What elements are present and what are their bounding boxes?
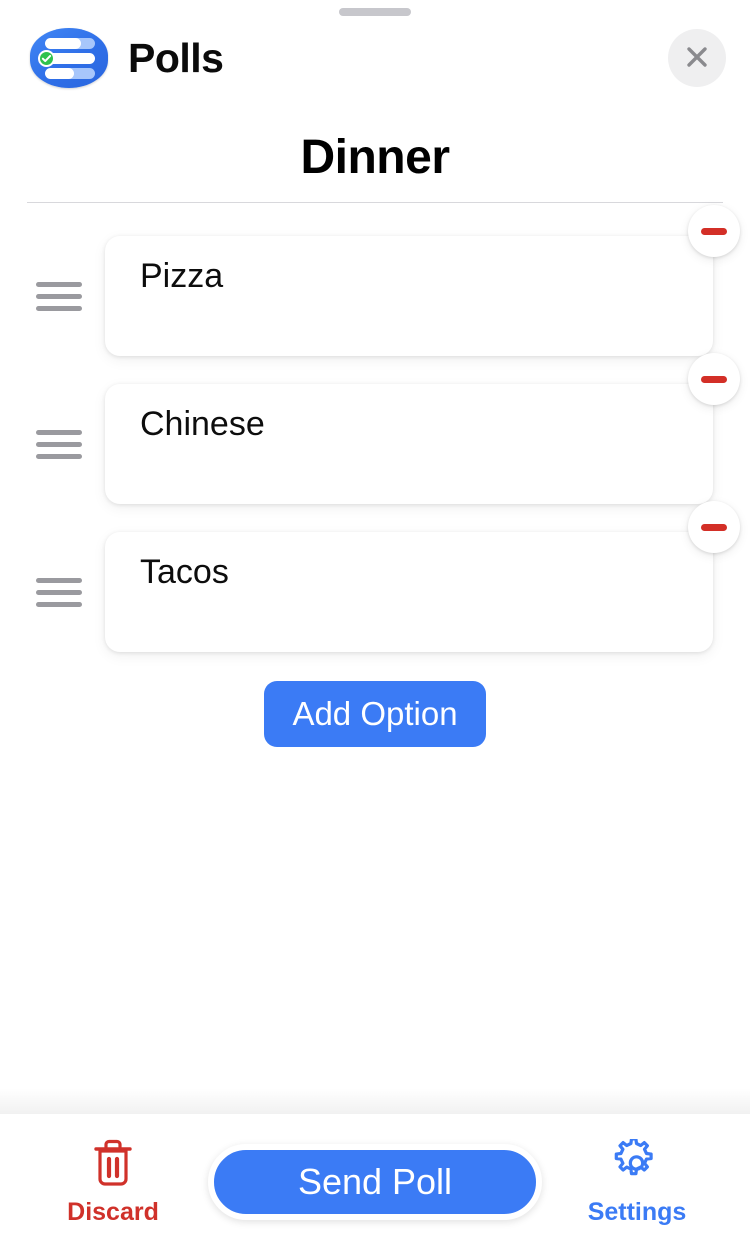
poll-option-card[interactable] bbox=[105, 353, 740, 504]
poll-options-list bbox=[0, 205, 750, 666]
app-header: Polls bbox=[0, 24, 750, 92]
poll-option-row bbox=[0, 501, 750, 666]
discard-button[interactable]: Discard bbox=[38, 1139, 188, 1225]
minus-icon bbox=[701, 375, 727, 383]
polls-app-sheet: Polls Dinner Pizza Chinese Tacos Add Opt… bbox=[0, 0, 750, 1250]
send-poll-button[interactable]: Send Poll bbox=[208, 1144, 542, 1220]
drag-handle-icon[interactable] bbox=[36, 429, 82, 459]
remove-option-button[interactable] bbox=[688, 501, 740, 553]
remove-option-button[interactable] bbox=[688, 353, 740, 405]
poll-title[interactable]: Dinner bbox=[0, 130, 750, 187]
title-divider bbox=[27, 202, 723, 203]
minus-icon bbox=[701, 227, 727, 235]
poll-option-card[interactable] bbox=[105, 205, 740, 356]
poll-option-input[interactable] bbox=[140, 552, 653, 593]
poll-option-row bbox=[0, 353, 750, 518]
sheet-grabber-area[interactable] bbox=[0, 0, 750, 24]
bottom-bar-shadow bbox=[0, 1088, 750, 1114]
poll-option-row bbox=[0, 205, 750, 370]
check-circle-icon bbox=[38, 50, 55, 67]
bottom-toolbar: Discard Send Poll Settings bbox=[0, 1114, 750, 1250]
discard-label: Discard bbox=[67, 1198, 159, 1226]
drag-grabber[interactable] bbox=[339, 8, 411, 16]
polls-app-icon bbox=[30, 28, 108, 88]
remove-option-button[interactable] bbox=[688, 205, 740, 257]
settings-label: Settings bbox=[587, 1198, 687, 1226]
close-button[interactable] bbox=[668, 29, 726, 87]
app-title: Polls bbox=[128, 34, 224, 81]
gear-icon bbox=[611, 1137, 663, 1194]
minus-icon bbox=[701, 523, 727, 531]
drag-handle-icon[interactable] bbox=[36, 281, 82, 311]
poll-option-card[interactable] bbox=[105, 501, 740, 652]
poll-bar-icon-3 bbox=[45, 68, 95, 79]
poll-option-input[interactable] bbox=[140, 404, 653, 445]
close-icon bbox=[681, 41, 713, 76]
poll-option-input[interactable] bbox=[140, 256, 653, 297]
poll-bar-icon-1 bbox=[45, 38, 95, 49]
add-option-area: Add Option bbox=[0, 681, 750, 747]
drag-handle-icon[interactable] bbox=[36, 577, 82, 607]
trash-icon bbox=[89, 1139, 137, 1194]
settings-button[interactable]: Settings bbox=[562, 1137, 712, 1226]
add-option-button[interactable]: Add Option bbox=[264, 681, 486, 747]
